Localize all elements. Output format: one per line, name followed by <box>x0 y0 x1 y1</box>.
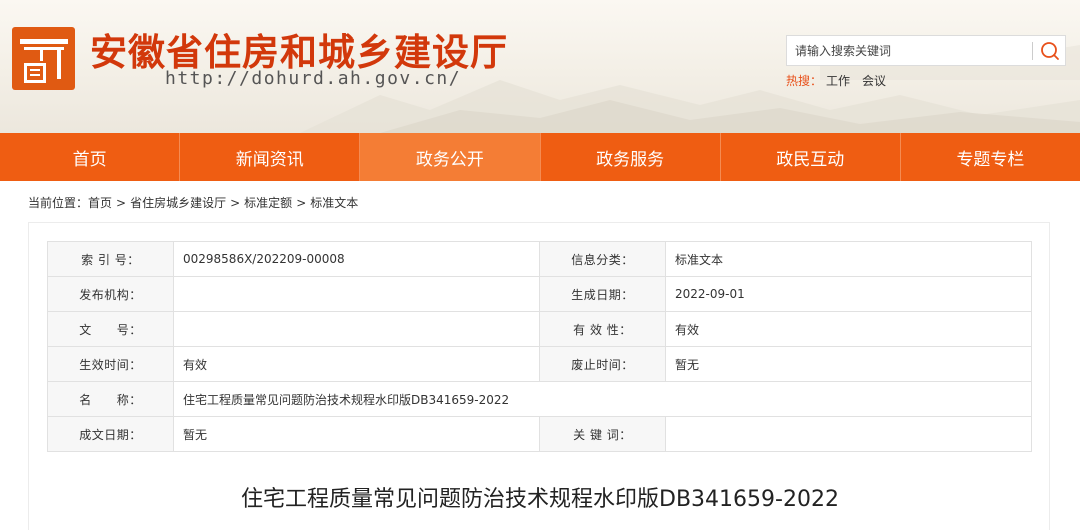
meta-value-repeal-time: 暂无 <box>665 346 1032 382</box>
document-metadata-table: 索 引 号： 00298586X/202209-00008 信息分类： 标准文本… <box>47 241 1032 452</box>
meta-label-repeal-time: 废止时间： <box>539 346 666 382</box>
breadcrumb-separator: > <box>230 196 241 210</box>
meta-label-category: 信息分类： <box>539 241 666 277</box>
breadcrumb-prefix: 当前位置： <box>28 196 89 210</box>
meta-value-name: 住宅工程质量常见问题防治技术规程水印版DB341659-2022 <box>173 381 1032 417</box>
nav-item-services[interactable]: 政务服务 <box>541 133 721 181</box>
hot-search-item[interactable]: 工作 <box>826 74 850 88</box>
table-row: 生效时间： 有效 废止时间： 暂无 <box>47 346 1032 382</box>
search-box <box>786 35 1066 66</box>
meta-label-effective-time: 生效时间： <box>47 346 174 382</box>
site-logo[interactable] <box>12 27 75 90</box>
table-row: 名 称： 住宅工程质量常见问题防治技术规程水印版DB341659-2022 <box>47 381 1032 417</box>
content-panel: 索 引 号： 00298586X/202209-00008 信息分类： 标准文本… <box>28 222 1050 530</box>
breadcrumb-item-standards[interactable]: 标准定额 <box>244 196 292 210</box>
meta-value-doc-number <box>173 311 540 347</box>
document-title: 住宅工程质量常见问题防治技术规程水印版DB341659-2022 <box>241 487 839 512</box>
meta-value-effective-time: 有效 <box>173 346 540 382</box>
nav-item-topics[interactable]: 专题专栏 <box>901 133 1080 181</box>
meta-value-validity: 有效 <box>665 311 1032 347</box>
meta-label-doc-number: 文 号： <box>47 311 174 347</box>
meta-label-index: 索 引 号： <box>47 241 174 277</box>
nav-item-government-affairs[interactable]: 政务公开 <box>360 133 541 181</box>
breadcrumb-separator: > <box>116 196 127 210</box>
meta-value-index: 00298586X/202209-00008 <box>173 241 540 277</box>
meta-value-publisher <box>173 276 540 312</box>
meta-value-written-date: 暂无 <box>173 416 540 452</box>
main-nav: 首页 新闻资讯 政务公开 政务服务 政民互动 专题专栏 <box>0 133 1080 181</box>
breadcrumb-item-department[interactable]: 省住房城乡建设厅 <box>130 196 226 210</box>
table-row: 索 引 号： 00298586X/202209-00008 信息分类： 标准文本 <box>47 241 1032 277</box>
logo-emblem-icon <box>20 39 68 83</box>
meta-value-generated-date: 2022-09-01 <box>665 276 1032 312</box>
nav-item-home[interactable]: 首页 <box>0 133 181 181</box>
meta-label-name: 名 称： <box>47 381 174 417</box>
meta-label-publisher: 发布机构： <box>47 276 174 312</box>
site-url: http://dohurd.ah.gov.cn/ <box>165 68 462 89</box>
breadcrumb-item-home[interactable]: 首页 <box>88 196 112 210</box>
table-row: 成文日期： 暂无 关 键 词： <box>47 416 1032 452</box>
search-divider <box>1032 42 1033 60</box>
nav-item-news[interactable]: 新闻资讯 <box>180 133 361 181</box>
site-header: 安徽省住房和城乡建设厅 http://dohurd.ah.gov.cn/ 热搜：… <box>0 0 1080 133</box>
nav-item-interaction[interactable]: 政民互动 <box>721 133 901 181</box>
breadcrumb-separator: > <box>296 196 307 210</box>
meta-value-keywords <box>665 416 1032 452</box>
meta-label-written-date: 成文日期： <box>47 416 174 452</box>
hot-search-label: 热搜： <box>786 74 823 88</box>
search-input[interactable] <box>787 36 1031 65</box>
table-row: 文 号： 有 效 性： 有效 <box>47 311 1032 347</box>
meta-label-validity: 有 效 性： <box>539 311 666 347</box>
search-icon <box>1041 42 1059 60</box>
meta-label-generated-date: 生成日期： <box>539 276 666 312</box>
meta-label-keywords: 关 键 词： <box>539 416 666 452</box>
hot-search: 热搜： 工作 会议 <box>786 72 894 89</box>
breadcrumb: 当前位置：首页 > 省住房城乡建设厅 > 标准定额 > 标准文本 <box>28 194 358 211</box>
hot-search-item[interactable]: 会议 <box>862 74 886 88</box>
breadcrumb-item-current[interactable]: 标准文本 <box>310 196 358 210</box>
meta-value-category: 标准文本 <box>665 241 1032 277</box>
table-row: 发布机构： 生成日期： 2022-09-01 <box>47 276 1032 312</box>
search-button[interactable] <box>1037 39 1063 63</box>
